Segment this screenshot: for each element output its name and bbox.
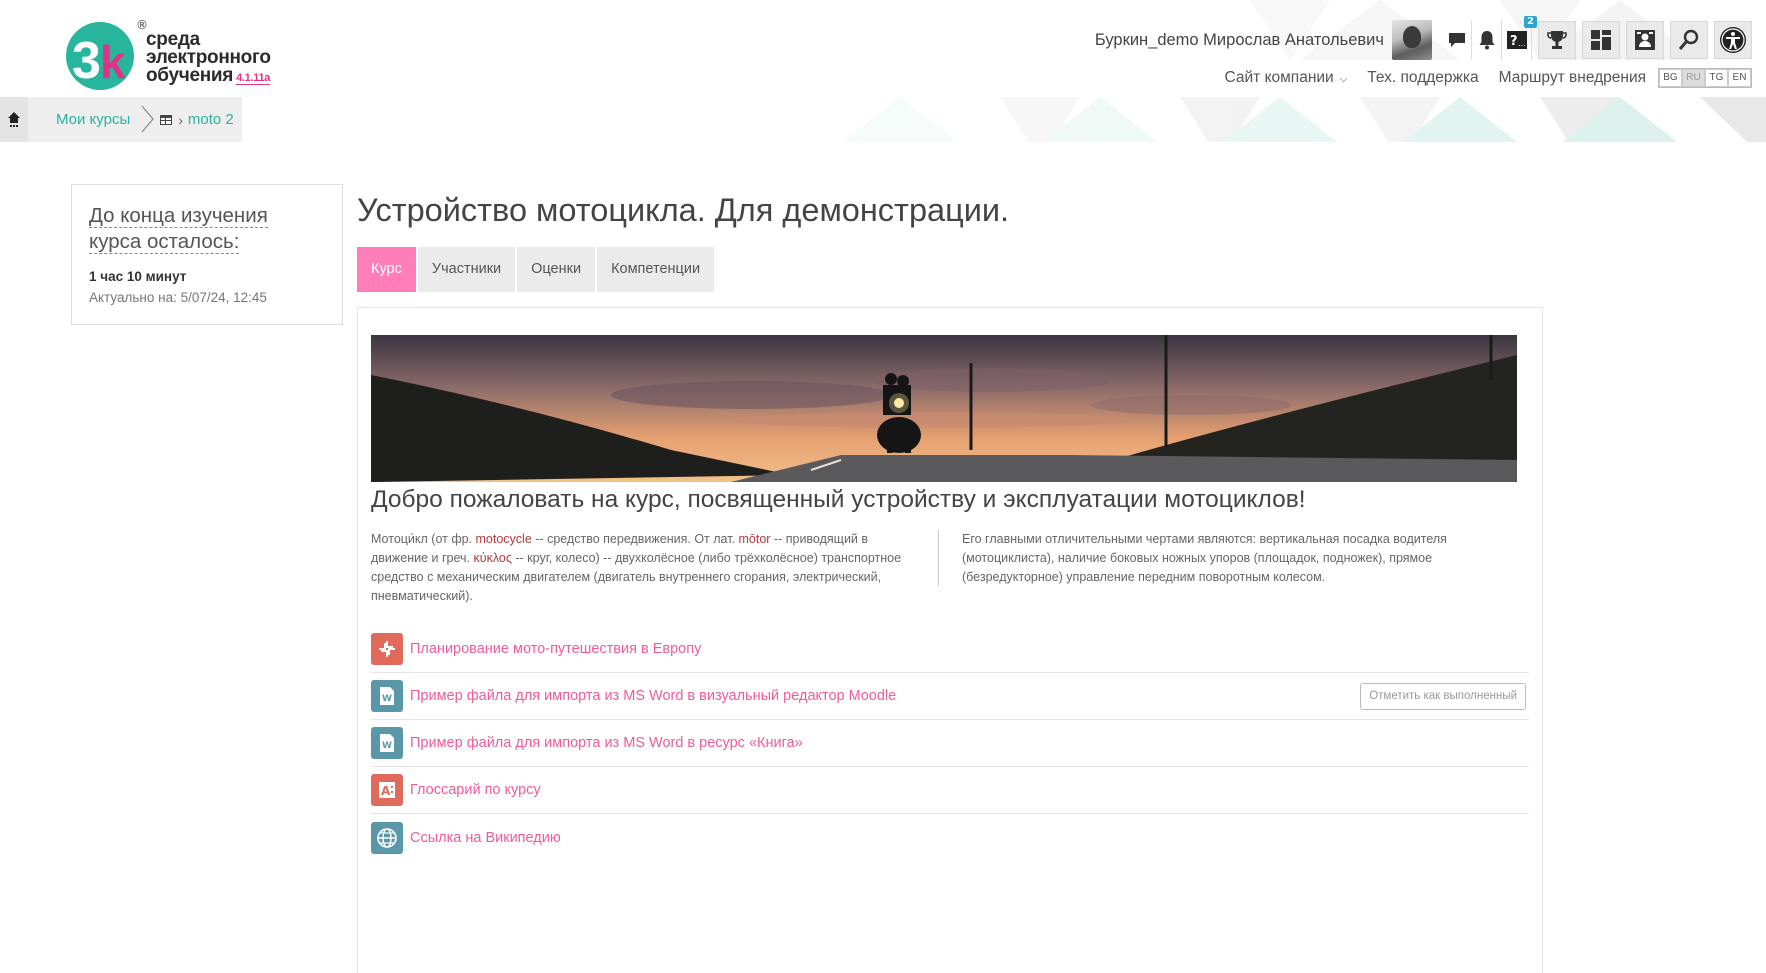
activity-link[interactable]: Пример файла для импорта из MS Word в ви… [410,688,896,704]
svg-text:?: ? [1510,34,1518,49]
time-left-title-text: До конца изучения курса осталось: [89,204,268,254]
search-icon[interactable] [1670,21,1708,59]
svg-text:...: ... [1518,39,1526,48]
svg-text:3: 3 [72,32,101,90]
workshop-icon [371,633,403,665]
breadcrumb-course[interactable]: moto 2 [188,111,234,128]
chevron-down-icon: ⌵ [1339,74,1348,85]
route-link[interactable]: Маршрут внедрения [1499,69,1646,87]
time-left-title: До конца изучения курса осталось: [89,203,325,255]
svg-text:W: W [382,694,392,704]
breadcrumb-my-courses[interactable]: Мои курсы [56,111,130,128]
top-nav: Сайт компании ⌵ Тех. поддержка Маршрут вн… [1205,67,1752,89]
desc-term-2: mōtor [738,532,771,546]
activity-link[interactable]: Глоссарий по курсу [410,782,541,798]
activity-item: Планирование мото-путешествия в Европу [371,626,1529,673]
tab-participants[interactable]: Участники [417,247,516,292]
company-site-label: Сайт компании [1224,69,1334,86]
activity-link[interactable]: Ссылка на Википедию [410,830,561,846]
activity-item: Ссылка на Википедию [371,814,1529,861]
breadcrumb: Мои курсы › moto 2 [0,97,242,142]
table-icon [160,114,173,125]
word-file-icon: W [371,727,403,759]
course-banner-image [371,335,1517,482]
avatar[interactable] [1392,20,1432,60]
tab-competencies[interactable]: Компетенции [597,247,715,292]
logo-version: 4.1.11a [236,72,271,85]
svg-text:W: W [382,741,392,751]
logo-text: среда электронного обучения 4.1.11a [146,30,271,87]
svg-text:k: k [100,36,126,88]
lang-en[interactable]: EN [1728,69,1751,87]
glossary-icon: A [371,774,403,806]
time-left-block: До конца изучения курса осталось: 1 час … [71,184,343,325]
desc-text-1: Мотоци́кл (от фр. [371,532,476,546]
word-file-icon: W [371,680,403,712]
language-switcher: BG RU TG EN [1658,68,1752,88]
user-badge-icon[interactable] [1626,21,1664,59]
activity-list: Планирование мото-путешествия в Европу W… [371,626,1529,861]
user-bar: Буркин_demo Мирослав Анатольевич ?... 2 [1095,16,1752,61]
chevron-right-icon: › [178,111,183,128]
activity-item: W Пример файла для импорта из MS Word в … [371,673,1529,720]
desc-text-2: -- средство передвижения. От лат. [531,532,739,546]
messages-icon[interactable] [1442,20,1472,60]
course-description-left: Мотоци́кл (от фр. motocycle -- средство … [371,530,921,606]
company-site-link[interactable]: Сайт компании ⌵ [1225,69,1348,87]
logo-mark-icon: 3 k [66,22,134,90]
time-left-value: 1 час 10 минут [89,269,187,284]
mark-complete-button[interactable]: Отметить как выполненный [1360,683,1526,710]
course-description-right: Его главными отличительными чертами явля… [962,532,1447,584]
trophy-icon[interactable] [1538,21,1576,59]
logo-line-3: обучения 4.1.11a [146,65,271,87]
desc-term-1: motocycle [475,532,532,546]
help-badge: 2 [1524,16,1537,28]
desc-term-3: κύκλος [473,551,512,565]
dashboard-grid-icon[interactable] [1582,21,1620,59]
svg-text:A: A [381,784,391,798]
notifications-bell-icon[interactable] [1472,20,1502,60]
welcome-heading: Добро пожаловать на курс, посвященный ус… [371,486,1306,513]
support-link[interactable]: Тех. поддержка [1367,69,1478,87]
lang-bg[interactable]: BG [1659,69,1682,87]
help-quiz-icon[interactable]: ?... 2 [1502,16,1537,60]
time-left-updated: Актуально на: 5/07/24, 12:45 [89,290,267,305]
tab-grades[interactable]: Оценки [517,247,596,292]
activity-link[interactable]: Пример файла для импорта из MS Word в ре… [410,735,803,751]
logo[interactable]: 3 k ® среда электронного обучения 4.1.11a [64,18,284,94]
activity-item: W Пример файла для импорта из MS Word в … [371,720,1529,767]
accessibility-icon[interactable] [1714,21,1752,59]
home-icon[interactable] [0,97,28,142]
breadcrumb-separator-icon [141,105,155,133]
user-name[interactable]: Буркин_demo Мирослав Анатольевич [1095,31,1384,50]
course-tabs: Курс Участники Оценки Компетенции [357,247,716,292]
course-content: Добро пожаловать на курс, посвященный ус… [357,307,1543,973]
url-globe-icon [371,821,403,854]
tab-course[interactable]: Курс [357,247,416,292]
column-divider [938,530,939,586]
activity-item: A Глоссарий по курсу [371,767,1529,814]
page-header: 3 k ® среда электронного обучения 4.1.11a… [0,0,1766,160]
page-title: Устройство мотоцикла. Для демонстрации. [357,192,1010,228]
lang-ru[interactable]: RU [1682,69,1705,87]
logo-line-3-text: обучения [146,65,234,86]
activity-link[interactable]: Планирование мото-путешествия в Европу [410,641,701,657]
lang-tg[interactable]: TG [1705,69,1728,87]
